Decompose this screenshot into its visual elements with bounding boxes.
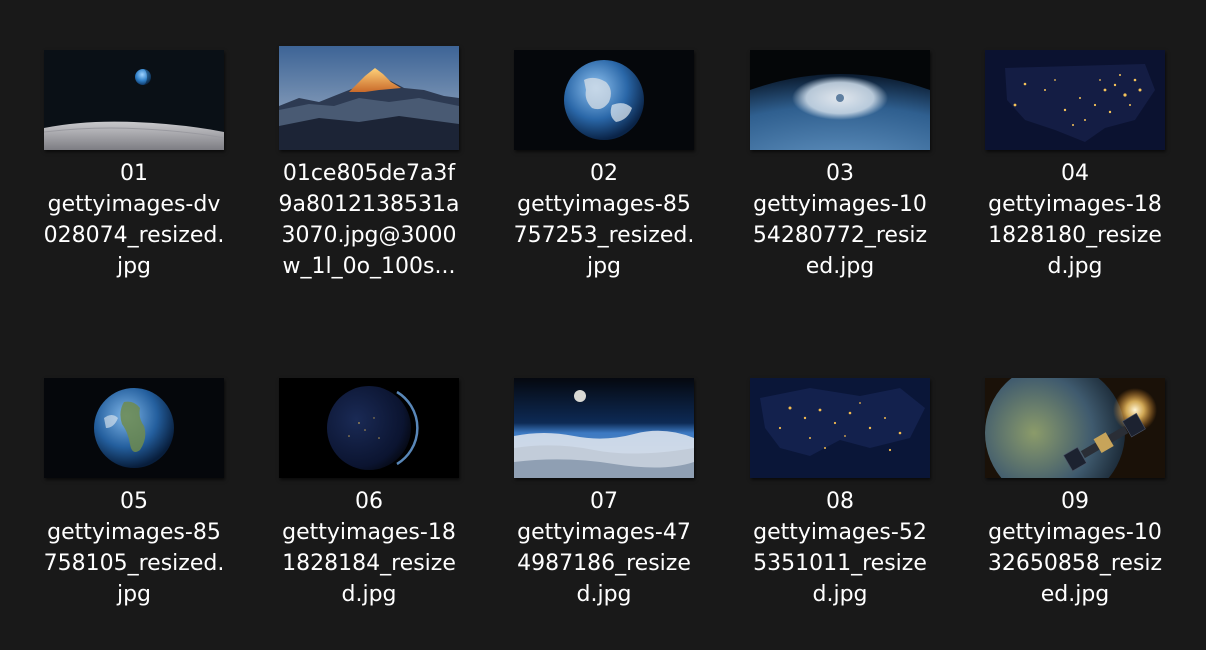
mountain-thumbnail-icon bbox=[279, 46, 459, 150]
file-name-label: 03 gettyimages-10 54280772_resiz ed.jpg bbox=[752, 161, 928, 279]
satellite-thumbnail-icon bbox=[985, 378, 1165, 478]
earth-globe-thumbnail-icon bbox=[514, 50, 694, 150]
file-thumbnail-grid: 01 gettyimages-dv 028074_resized. jpg 01… bbox=[0, 0, 1206, 650]
file-item[interactable]: 09 gettyimages-10 32650858_resiz ed.jpg bbox=[963, 374, 1187, 650]
file-name-label: 01 gettyimages-dv 028074_resized. jpg bbox=[43, 161, 225, 279]
file-thumbnail[interactable] bbox=[750, 378, 930, 484]
file-name-label: 08 gettyimages-52 5351011_resize d.jpg bbox=[753, 489, 927, 607]
file-name-label: 04 gettyimages-18 1828180_resize d.jpg bbox=[988, 161, 1162, 279]
file-thumbnail[interactable] bbox=[985, 50, 1165, 156]
file-thumbnail[interactable] bbox=[985, 378, 1165, 484]
file-item[interactable]: 01ce805de7a3f 9a8012138531a 3070.jpg@300… bbox=[257, 46, 481, 332]
file-item[interactable]: 04 gettyimages-18 1828180_resize d.jpg bbox=[963, 46, 1187, 332]
file-thumbnail[interactable] bbox=[44, 50, 224, 156]
file-item[interactable]: 03 gettyimages-10 54280772_resiz ed.jpg bbox=[728, 46, 952, 332]
file-item[interactable]: 07 gettyimages-47 4987186_resize d.jpg bbox=[492, 374, 716, 650]
file-item[interactable]: 08 gettyimages-52 5351011_resize d.jpg bbox=[728, 374, 952, 650]
file-thumbnail[interactable] bbox=[44, 378, 224, 484]
earth-globe-americas-thumbnail-icon bbox=[44, 378, 224, 478]
file-name-label: 07 gettyimages-47 4987186_resize d.jpg bbox=[517, 489, 691, 607]
file-item[interactable]: 06 gettyimages-18 1828184_resize d.jpg bbox=[257, 374, 481, 650]
earth-night-side-thumbnail-icon bbox=[279, 378, 459, 478]
moon-over-clouds-thumbnail-icon bbox=[514, 378, 694, 478]
hurricane-thumbnail-icon bbox=[750, 50, 930, 150]
file-name-label: 01ce805de7a3f 9a8012138531a 3070.jpg@300… bbox=[278, 161, 460, 279]
file-thumbnail[interactable] bbox=[750, 50, 930, 156]
file-thumbnail[interactable] bbox=[279, 378, 459, 484]
usa-night-lights-thumbnail-icon bbox=[985, 50, 1165, 150]
file-name-label: 02 gettyimages-85 757253_resized. jpg bbox=[513, 161, 695, 279]
file-thumbnail[interactable] bbox=[514, 50, 694, 156]
earthrise-thumbnail-icon bbox=[44, 50, 224, 150]
file-name-label: 05 gettyimages-85 758105_resized. jpg bbox=[43, 489, 225, 607]
file-name-label: 09 gettyimages-10 32650858_resiz ed.jpg bbox=[987, 489, 1163, 607]
file-thumbnail[interactable] bbox=[279, 46, 459, 150]
file-thumbnail[interactable] bbox=[514, 378, 694, 484]
file-item[interactable]: 02 gettyimages-85 757253_resized. jpg bbox=[492, 46, 716, 332]
file-name-label: 06 gettyimages-18 1828184_resize d.jpg bbox=[282, 489, 456, 607]
file-item[interactable]: 05 gettyimages-85 758105_resized. jpg bbox=[22, 374, 246, 650]
europe-night-lights-thumbnail-icon bbox=[750, 378, 930, 478]
file-item[interactable]: 01 gettyimages-dv 028074_resized. jpg bbox=[22, 46, 246, 332]
